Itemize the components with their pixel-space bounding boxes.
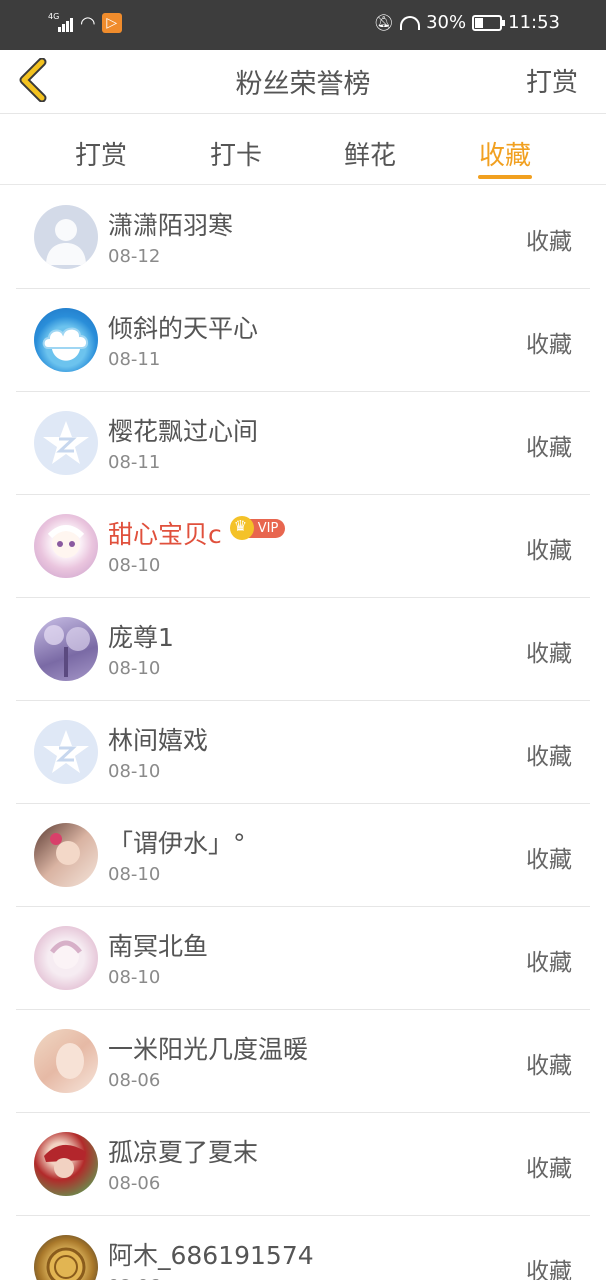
blossom-tree-icon bbox=[44, 625, 90, 677]
portrait-photo-icon bbox=[56, 1043, 84, 1079]
avatar bbox=[34, 617, 98, 681]
avatar bbox=[34, 1235, 98, 1280]
fan-name: 一米阳光几度温暖 bbox=[108, 1035, 309, 1064]
list-item[interactable]: 樱花飘过心间 08-11 收藏 bbox=[16, 392, 590, 495]
action-label: 收藏 bbox=[526, 950, 572, 976]
action-label: 收藏 bbox=[526, 1053, 572, 1079]
fan-name: 樱花飘过心间 bbox=[108, 417, 259, 446]
tab-favorites[interactable]: 收藏 bbox=[455, 135, 555, 172]
fan-name: 「谓伊水」° bbox=[108, 829, 246, 858]
crown-icon bbox=[229, 516, 254, 540]
anime-girl-icon bbox=[47, 525, 85, 558]
bell-muted-icon: 🔕︎ bbox=[373, 13, 395, 32]
action-label: 收藏 bbox=[526, 641, 572, 667]
avatar bbox=[34, 411, 98, 475]
fan-name: 孤凉夏了夏末 bbox=[108, 1138, 259, 1167]
avatar bbox=[34, 1132, 98, 1196]
fan-name: 林间嬉戏 bbox=[108, 726, 209, 755]
fan-name: 潇潇陌羽寒 bbox=[108, 211, 234, 240]
tab-bar: 打赏 打卡 鲜花 收藏 bbox=[0, 115, 606, 185]
tab-reward[interactable]: 打赏 bbox=[51, 135, 151, 172]
fan-date: 08-10 bbox=[108, 761, 161, 782]
list-item[interactable]: 甜心宝贝c VIP 08-10 收藏 bbox=[16, 495, 590, 598]
list-item[interactable]: 孤凉夏了夏末 08-06 收藏 bbox=[16, 1113, 590, 1216]
list-item[interactable]: 「谓伊水」° 08-10 收藏 bbox=[16, 804, 590, 907]
fan-date: 08-10 bbox=[108, 658, 161, 679]
action-label: 收藏 bbox=[526, 229, 572, 255]
fan-date: 08-12 bbox=[108, 246, 161, 267]
action-label: 收藏 bbox=[526, 1156, 572, 1182]
action-label: 收藏 bbox=[526, 435, 572, 461]
fan-name: 庞尊1 bbox=[108, 623, 174, 652]
wifi-icon: ◠ bbox=[80, 12, 96, 34]
avatar bbox=[34, 720, 98, 784]
action-label: 收藏 bbox=[526, 847, 572, 873]
fan-list: 潇潇陌羽寒 08-12 收藏 倾斜的天平心 08-11 收藏 樱花飘过心间 08… bbox=[0, 186, 606, 1280]
vip-badge: VIP bbox=[229, 516, 286, 540]
fan-date: 08-06 bbox=[108, 1173, 161, 1194]
fan-name: 倾斜的天平心 bbox=[108, 314, 259, 343]
qzone-star-icon bbox=[43, 421, 89, 464]
avatar bbox=[34, 205, 98, 269]
list-item[interactable]: 阿木_686191574 08-06 收藏 bbox=[16, 1216, 590, 1280]
status-bar: 4G ◠ ▷ 🔕︎ 30% 11:53 bbox=[0, 0, 606, 50]
portrait-photo-icon bbox=[44, 1144, 86, 1178]
fan-date: 08-10 bbox=[108, 555, 161, 576]
avatar bbox=[34, 308, 98, 372]
fan-date: 08-06 bbox=[108, 1070, 161, 1091]
action-label: 收藏 bbox=[526, 538, 572, 564]
avatar bbox=[34, 1029, 98, 1093]
list-item[interactable]: 庞尊1 08-10 收藏 bbox=[16, 598, 590, 701]
signal-icon: 4G bbox=[48, 12, 74, 34]
fan-name: 甜心宝贝c VIP bbox=[108, 515, 286, 551]
avatar bbox=[34, 926, 98, 990]
page-title: 粉丝荣誉榜 bbox=[235, 69, 371, 100]
battery-percent: 30% bbox=[426, 12, 467, 33]
clock: 11:53 bbox=[508, 12, 560, 33]
list-item[interactable]: 南冥北鱼 08-10 收藏 bbox=[16, 907, 590, 1010]
list-item[interactable]: 倾斜的天平心 08-11 收藏 bbox=[16, 289, 590, 392]
default-user-icon bbox=[46, 219, 86, 265]
portrait-photo-icon bbox=[50, 833, 80, 865]
fan-date: 08-06 bbox=[108, 1276, 160, 1280]
gauge-icon bbox=[400, 15, 421, 30]
fan-date: 08-10 bbox=[108, 864, 161, 885]
fan-name: 阿木_686191574 bbox=[108, 1241, 314, 1270]
network-type: 4G bbox=[48, 12, 60, 21]
fan-date: 08-11 bbox=[108, 452, 161, 473]
avatar bbox=[34, 823, 98, 887]
status-left: 4G ◠ ▷ bbox=[48, 12, 122, 34]
anime-girl-icon bbox=[50, 940, 82, 969]
fan-name: 南冥北鱼 bbox=[108, 932, 209, 961]
battery-icon bbox=[472, 14, 506, 31]
app-header: 粉丝荣誉榜 打赏 bbox=[0, 50, 606, 114]
action-label: 收藏 bbox=[526, 744, 572, 770]
qzone-star-icon bbox=[43, 730, 89, 773]
reward-button[interactable]: 打赏 bbox=[526, 62, 578, 99]
tab-flowers[interactable]: 鲜花 bbox=[320, 135, 420, 172]
fan-date: 08-10 bbox=[108, 967, 161, 988]
status-right: 🔕︎ 30% 11:53 bbox=[374, 12, 560, 33]
cloud-icon bbox=[42, 327, 88, 349]
list-item[interactable]: 一米阳光几度温暖 08-06 收藏 bbox=[16, 1010, 590, 1113]
action-label: 收藏 bbox=[526, 1259, 572, 1280]
list-item[interactable]: 潇潇陌羽寒 08-12 收藏 bbox=[16, 186, 590, 289]
fan-date: 08-11 bbox=[108, 349, 161, 370]
tab-checkin[interactable]: 打卡 bbox=[186, 135, 286, 172]
action-label: 收藏 bbox=[526, 332, 572, 358]
active-tab-indicator bbox=[478, 175, 532, 179]
fan-name-text: 甜心宝贝c bbox=[108, 520, 222, 549]
gold-coin-icon bbox=[46, 1247, 86, 1280]
avatar bbox=[34, 514, 98, 578]
list-item[interactable]: 林间嬉戏 08-10 收藏 bbox=[16, 701, 590, 804]
app-notification-icon: ▷ bbox=[101, 13, 122, 33]
